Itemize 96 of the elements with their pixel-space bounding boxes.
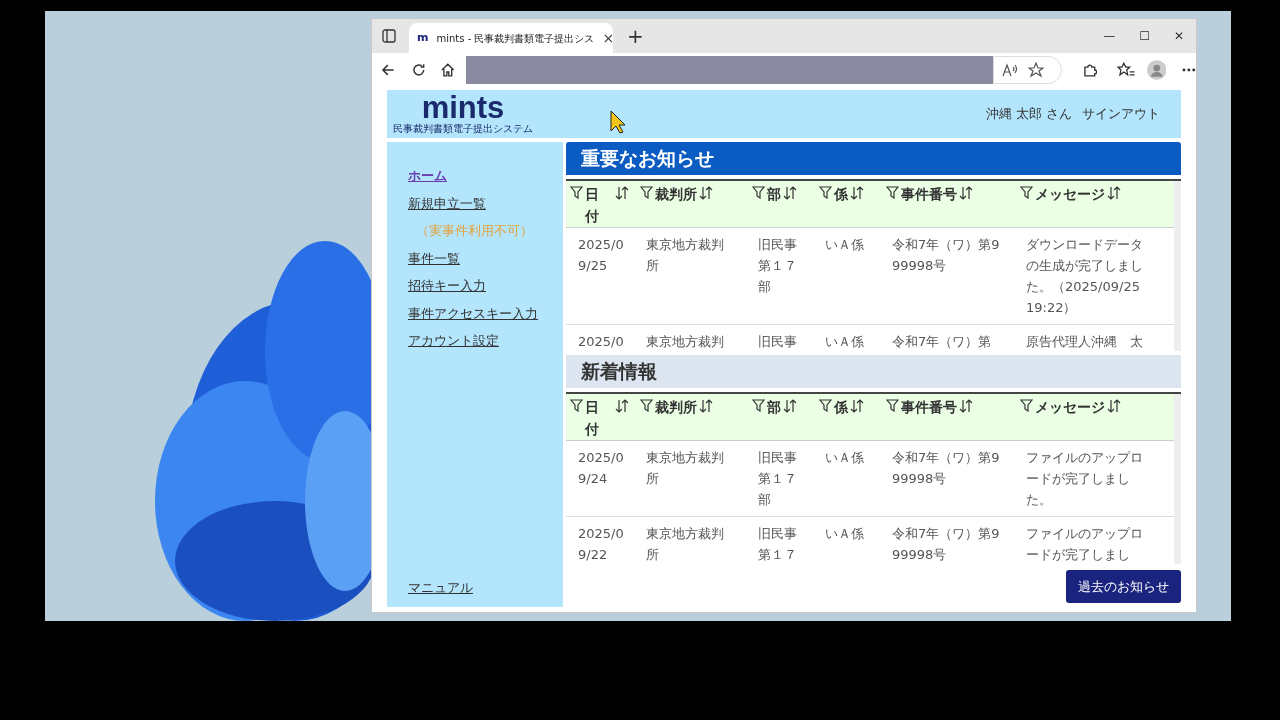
puzzle-icon[interactable]: [1081, 62, 1098, 78]
filter-icon[interactable]: [752, 186, 765, 199]
minimize-button[interactable]: —: [1103, 27, 1116, 45]
message-cell-text: ファイルのアップロードが完了しまし: [1026, 525, 1144, 564]
filter-icon[interactable]: [570, 186, 583, 199]
column-header[interactable]: 裁判所: [655, 396, 697, 418]
case-number-cell-text: 令和7年（ワ）第999998号: [892, 236, 1000, 275]
department-cell-text: 旧民事: [758, 333, 798, 351]
maximize-button[interactable]: ☐: [1139, 27, 1150, 45]
filter-icon[interactable]: [886, 399, 899, 412]
nav-link[interactable]: 新規申立一覧: [408, 193, 486, 213]
tab-title: mints - 民事裁判書類電子提出シス: [436, 31, 595, 46]
department-cell-text: 旧民事第１７: [758, 525, 798, 564]
close-icon[interactable]: ×: [602, 27, 615, 49]
close-button[interactable]: ✕: [1173, 27, 1184, 45]
favicon-icon: m: [417, 29, 429, 47]
signout-link[interactable]: サインアウト: [1082, 104, 1160, 124]
logo-subtitle: 民事裁判書類電子提出システム: [393, 123, 533, 135]
refresh-icon[interactable]: [410, 62, 427, 78]
column-header[interactable]: 事件番号: [901, 396, 957, 418]
message-cell-text: 原告代理人沖縄 太: [1026, 333, 1144, 351]
filter-icon[interactable]: [819, 399, 832, 412]
scrollbar[interactable]: [1174, 181, 1181, 351]
column-header[interactable]: 事件番号: [901, 183, 957, 205]
section-cell-text: いＡ係: [825, 449, 865, 467]
read-aloud-icon[interactable]: [1001, 63, 1018, 77]
more-icon[interactable]: [1182, 68, 1196, 72]
column-header[interactable]: 係: [834, 183, 848, 205]
nav-link[interactable]: ホーム: [408, 166, 447, 186]
section-cell-text: いＡ係: [825, 525, 865, 543]
filter-icon[interactable]: [1020, 186, 1033, 199]
filter-icon[interactable]: [752, 399, 765, 412]
column-header[interactable]: メッセージ: [1035, 396, 1105, 418]
column-header[interactable]: 係: [834, 396, 848, 418]
date-cell-text: 2025/09/25: [578, 236, 625, 275]
column-header[interactable]: 日付: [585, 183, 601, 227]
date-cell-text: 2025/09/24: [578, 449, 625, 488]
filter-icon[interactable]: [640, 399, 653, 412]
sort-icon[interactable]: [615, 399, 629, 413]
nav-link[interactable]: アカウント設定: [408, 331, 499, 351]
home-icon[interactable]: [440, 62, 456, 78]
user-name: 沖縄 太郎 さん: [985, 105, 1072, 124]
section-cell-text: いＡ係: [825, 236, 865, 254]
sort-icon[interactable]: [850, 186, 864, 200]
filter-icon[interactable]: [640, 186, 653, 199]
department-cell-text: 旧民事第１７部: [758, 236, 798, 296]
sort-icon[interactable]: [850, 399, 864, 413]
filter-icon[interactable]: [886, 186, 899, 199]
court-cell-text: 東京地方裁判所: [646, 236, 725, 275]
court-cell-text: 東京地方裁判所: [646, 525, 725, 564]
sort-icon[interactable]: [783, 186, 797, 200]
section-title: 新着情報: [566, 355, 1181, 388]
case-number-cell-text: 令和7年（ワ）第999998号: [892, 449, 1000, 488]
case-number-cell-text: 令和7年（ワ）第999998号: [892, 525, 1000, 564]
new-tab-button[interactable]: +: [627, 21, 644, 51]
nav-link[interactable]: 招待キー入力: [408, 276, 486, 296]
filter-icon[interactable]: [1020, 399, 1033, 412]
message-cell-text: ダウンロードデータの生成が完了しました。（2025/09/25 19:22）: [1026, 236, 1144, 317]
column-header[interactable]: 部: [767, 396, 781, 418]
nav-link[interactable]: 事件一覧: [408, 248, 460, 268]
column-header[interactable]: 部: [767, 183, 781, 205]
filter-icon[interactable]: [570, 399, 583, 412]
back-icon[interactable]: [380, 62, 396, 78]
star-icon[interactable]: [1027, 62, 1044, 78]
sort-icon[interactable]: [783, 399, 797, 413]
sort-icon[interactable]: [959, 186, 973, 200]
column-header[interactable]: メッセージ: [1035, 183, 1105, 205]
column-header[interactable]: 裁判所: [655, 183, 697, 205]
browser-tab[interactable]: m mints - 民事裁判書類電子提出シス ×: [409, 23, 613, 53]
tab-actions-icon[interactable]: [382, 29, 396, 43]
court-cell-text: 東京地方裁判所: [646, 449, 725, 488]
logo[interactable]: mints: [421, 93, 505, 123]
profile-icon[interactable]: [1146, 60, 1167, 80]
availability-note: （実事件利用不可）: [415, 222, 533, 240]
department-cell-text: 旧民事第１７部: [758, 449, 798, 509]
date-cell-text: 2025/0: [578, 333, 625, 351]
date-cell-text: 2025/09/22: [578, 525, 625, 564]
sort-icon[interactable]: [1107, 399, 1121, 413]
case-number-cell-text: 令和7年（ワ）第: [892, 333, 993, 351]
nav-link[interactable]: 事件アクセスキー入力: [408, 303, 538, 323]
scrollbar[interactable]: [1174, 394, 1181, 564]
favorites-icon[interactable]: [1117, 62, 1135, 78]
section-cell-text: いＡ係: [825, 333, 865, 351]
sort-icon[interactable]: [615, 186, 629, 200]
manual-link[interactable]: マニュアル: [408, 577, 473, 597]
court-cell-text: 東京地方裁判: [646, 333, 725, 351]
sort-icon[interactable]: [699, 399, 713, 413]
section-title: 重要なお知らせ: [566, 142, 1181, 175]
sort-icon[interactable]: [699, 186, 713, 200]
filter-icon[interactable]: [819, 186, 832, 199]
message-cell-text: ファイルのアップロードが完了しました。: [1026, 449, 1144, 509]
column-header[interactable]: 日付: [585, 396, 601, 440]
sort-icon[interactable]: [959, 399, 973, 413]
past-notices-button[interactable]: 過去のお知らせ: [1066, 570, 1181, 603]
sort-icon[interactable]: [1107, 186, 1121, 200]
pointer-cursor-icon: [610, 110, 626, 134]
